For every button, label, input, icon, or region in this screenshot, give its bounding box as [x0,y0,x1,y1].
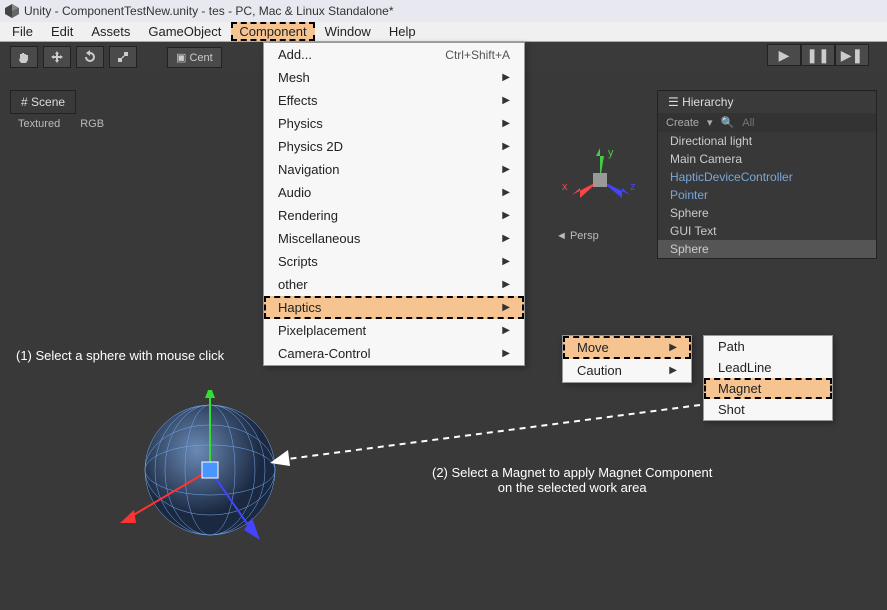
menubar: File Edit Assets GameObject Component Wi… [0,22,887,42]
tool-rotate[interactable] [76,46,104,68]
chevron-right-icon: ▶ [502,95,510,106]
unity-logo-icon [4,3,20,19]
menu-item-physics[interactable]: Physics▶ [264,112,524,135]
hierarchy-tab[interactable]: ☰ Hierarchy [658,91,876,113]
menu-item-navigation[interactable]: Navigation▶ [264,158,524,181]
chevron-right-icon: ▶ [502,118,510,129]
annotation-1: (1) Select a sphere with mouse click [16,348,224,363]
hierarchy-item-selected[interactable]: Sphere [658,240,876,258]
menu-item-rendering[interactable]: Rendering▶ [264,204,524,227]
scene-tab[interactable]: # Scene [10,90,76,114]
submenu-item-caution[interactable]: Caution▶ [563,359,691,382]
menu-item-pixelplacement[interactable]: Pixelplacement▶ [264,319,524,342]
move-submenu: Path LeadLine Magnet Shot [703,335,833,421]
submenu-item-move[interactable]: Move▶ [563,336,691,359]
hierarchy-item[interactable]: Directional light [658,132,876,150]
menu-item-effects[interactable]: Effects▶ [264,89,524,112]
pivot-center[interactable]: ▣ Cent [167,47,222,68]
scene-color-mode[interactable]: RGB [80,118,104,130]
menu-item-scripts[interactable]: Scripts▶ [264,250,524,273]
submenu-item-leadline[interactable]: LeadLine [704,357,832,378]
hierarchy-create[interactable]: Create [666,117,699,129]
chevron-right-icon: ▶ [669,365,677,376]
axis-x-label: x [562,181,568,193]
rotate-icon [83,50,97,64]
menu-item-miscellaneous[interactable]: Miscellaneous▶ [264,227,524,250]
menu-item-camera-control[interactable]: Camera-Control▶ [264,342,524,365]
play-icon: ▶ [779,47,790,64]
step-icon: ▶❚ [841,47,864,64]
menu-gameobject[interactable]: GameObject [140,23,229,40]
submenu-item-path[interactable]: Path [704,336,832,357]
hierarchy-item[interactable]: Sphere [658,204,876,222]
move-icon [50,50,64,64]
scene-panel: # Scene Textured RGB [10,90,260,134]
menu-component[interactable]: Component [231,22,314,41]
scene-orientation-gizmo[interactable]: y z x ◄ Persp [560,140,640,225]
hierarchy-item[interactable]: Main Camera [658,150,876,168]
chevron-right-icon: ▶ [502,233,510,244]
window-titlebar: Unity - ComponentTestNew.unity - tes - P… [0,0,887,22]
scale-icon [116,50,130,64]
tool-scale[interactable] [109,46,137,68]
submenu-item-magnet[interactable]: Magnet [704,378,832,399]
menu-edit[interactable]: Edit [43,23,81,40]
menu-file[interactable]: File [4,23,41,40]
search-icon: 🔍 [721,116,735,129]
hand-icon [17,50,31,64]
pause-icon: ❚❚ [806,47,829,64]
menu-help[interactable]: Help [381,23,424,40]
hierarchy-item[interactable]: Pointer [658,186,876,204]
projection-label[interactable]: ◄ Persp [556,230,599,242]
menu-item-other[interactable]: other▶ [264,273,524,296]
haptics-submenu: Move▶ Caution▶ [562,335,692,383]
hierarchy-item[interactable]: HapticDeviceController [658,168,876,186]
submenu-item-shot[interactable]: Shot [704,399,832,420]
chevron-right-icon: ▶ [669,342,677,353]
step-button[interactable]: ▶❚ [835,44,869,66]
hierarchy-search[interactable] [742,117,802,129]
chevron-right-icon: ▶ [502,348,510,359]
chevron-right-icon: ▶ [502,210,510,221]
menu-assets[interactable]: Assets [83,23,138,40]
chevron-right-icon: ▶ [502,141,510,152]
annotation-arrow [260,400,710,480]
hierarchy-item[interactable]: GUI Text [658,222,876,240]
menu-item-physics2d[interactable]: Physics 2D▶ [264,135,524,158]
component-menu: Add... Ctrl+Shift+A Mesh▶ Effects▶ Physi… [263,42,525,366]
tool-move[interactable] [43,46,71,68]
chevron-right-icon: ▶ [502,279,510,290]
play-controls: ▶ ❚❚ ▶❚ [767,44,869,66]
axis-y-label: y [608,147,614,159]
window-title: Unity - ComponentTestNew.unity - tes - P… [24,4,394,18]
chevron-right-icon: ▶ [502,302,510,313]
pause-button[interactable]: ❚❚ [801,44,835,66]
menu-window[interactable]: Window [317,23,379,40]
chevron-right-icon: ▶ [502,256,510,267]
chevron-right-icon: ▶ [502,187,510,198]
axis-z-label: z [630,181,636,193]
tool-hand[interactable] [10,46,38,68]
scene-render-mode[interactable]: Textured [18,118,60,130]
chevron-right-icon: ▶ [502,72,510,83]
menu-item-audio[interactable]: Audio▶ [264,181,524,204]
menu-item-mesh[interactable]: Mesh▶ [264,66,524,89]
menu-item-haptics[interactable]: Haptics▶ [264,296,524,319]
chevron-right-icon: ▶ [502,164,510,175]
chevron-right-icon: ▶ [502,325,510,336]
play-button[interactable]: ▶ [767,44,801,66]
hierarchy-panel: ☰ Hierarchy Create▾ 🔍 Directional light … [657,90,877,259]
menu-item-add[interactable]: Add... Ctrl+Shift+A [264,43,524,66]
